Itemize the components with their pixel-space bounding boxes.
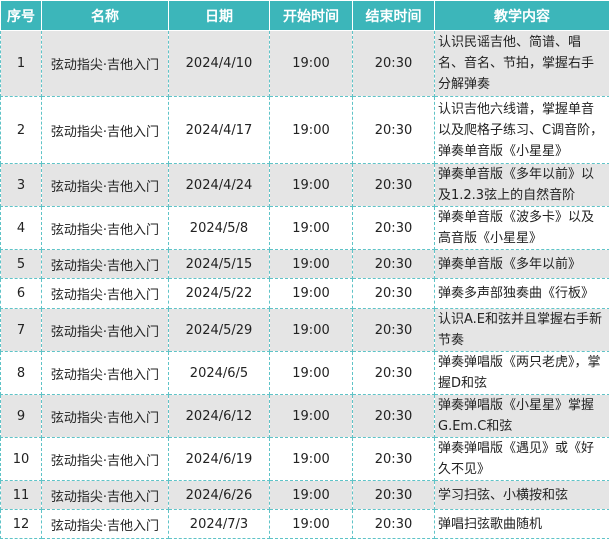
cell-no: 10 [0,437,42,481]
cell-no: 7 [0,308,42,352]
table-row: 11 弦动指尖·吉他入门 2024/6/26 19:00 20:30 学习扫弦、… [0,480,609,510]
cell-content: 学习扫弦、小横按和弦 [434,480,609,510]
cell-end-time: 20:30 [352,351,435,395]
cell-no: 2 [0,96,42,164]
cell-date: 2024/6/19 [168,437,270,481]
cell-no: 8 [0,351,42,395]
cell-no: 9 [0,394,42,438]
cell-name: 弦动指尖·吉他入门 [41,249,169,279]
cell-end-time: 20:30 [352,206,435,250]
header-start-time: 开始时间 [269,0,353,31]
cell-date: 2024/6/12 [168,394,270,438]
cell-name: 弦动指尖·吉他入门 [41,480,169,510]
cell-date: 2024/5/29 [168,308,270,352]
course-schedule-table: 序号 名称 日期 开始时间 结束时间 教学内容 1 弦动指尖·吉他入门 2024… [0,0,609,539]
cell-content: 弹奏多声部独奏曲《行板》 [434,278,609,309]
cell-end-time: 20:30 [352,480,435,510]
cell-end-time: 20:30 [352,30,435,97]
cell-name: 弦动指尖·吉他入门 [41,96,169,164]
cell-start-time: 19:00 [269,308,353,352]
cell-content: 认识民谣吉他、简谱、唱名、音名、节拍，掌握右手分解弹奏 [434,30,609,97]
cell-no: 5 [0,249,42,279]
cell-start-time: 19:00 [269,163,353,207]
table-row: 7 弦动指尖·吉他入门 2024/5/29 19:00 20:30 认识A.E和… [0,308,609,352]
table-row: 2 弦动指尖·吉他入门 2024/4/17 19:00 20:30 认识吉他六线… [0,96,609,164]
table-row: 4 弦动指尖·吉他入门 2024/5/8 19:00 20:30 弹奏单音版《波… [0,206,609,250]
cell-end-time: 20:30 [352,308,435,352]
cell-no: 3 [0,163,42,207]
cell-end-time: 20:30 [352,394,435,438]
header-date: 日期 [168,0,270,31]
cell-name: 弦动指尖·吉他入门 [41,206,169,250]
cell-date: 2024/4/10 [168,30,270,97]
table-row: 3 弦动指尖·吉他入门 2024/4/24 19:00 20:30 弹奏单音版《… [0,163,609,207]
cell-content: 弹唱扫弦歌曲随机 [434,509,609,539]
cell-content: 弹奏弹唱版《遇见》或《好久不见》 [434,437,609,481]
header-name: 名称 [41,0,169,31]
cell-no: 4 [0,206,42,250]
cell-start-time: 19:00 [269,437,353,481]
cell-start-time: 19:00 [269,249,353,279]
cell-date: 2024/7/3 [168,509,270,539]
cell-end-time: 20:30 [352,96,435,164]
cell-name: 弦动指尖·吉他入门 [41,509,169,539]
cell-start-time: 19:00 [269,206,353,250]
table-row: 6 弦动指尖·吉他入门 2024/5/22 19:00 20:30 弹奏多声部独… [0,278,609,309]
cell-start-time: 19:00 [269,30,353,97]
cell-start-time: 19:00 [269,394,353,438]
cell-date: 2024/4/24 [168,163,270,207]
cell-no: 1 [0,30,42,97]
cell-end-time: 20:30 [352,509,435,539]
table-row: 8 弦动指尖·吉他入门 2024/6/5 19:00 20:30 弹奏弹唱版《两… [0,351,609,395]
header-end-time: 结束时间 [352,0,435,31]
cell-name: 弦动指尖·吉他入门 [41,30,169,97]
cell-content: 弹奏单音版《波多卡》以及高音版《小星星》 [434,206,609,250]
cell-end-time: 20:30 [352,249,435,279]
table-row: 1 弦动指尖·吉他入门 2024/4/10 19:00 20:30 认识民谣吉他… [0,30,609,97]
table-row: 9 弦动指尖·吉他入门 2024/6/12 19:00 20:30 弹奏弹唱版《… [0,394,609,438]
cell-end-time: 20:30 [352,278,435,309]
cell-end-time: 20:30 [352,437,435,481]
table-row: 5 弦动指尖·吉他入门 2024/5/15 19:00 20:30 弹奏单音版《… [0,249,609,279]
cell-start-time: 19:00 [269,480,353,510]
cell-start-time: 19:00 [269,278,353,309]
header-row: 序号 名称 日期 开始时间 结束时间 教学内容 [0,0,609,31]
cell-name: 弦动指尖·吉他入门 [41,278,169,309]
cell-date: 2024/5/22 [168,278,270,309]
cell-no: 11 [0,480,42,510]
cell-start-time: 19:00 [269,509,353,539]
cell-content: 认识A.E和弦并且掌握右手新节奏 [434,308,609,352]
cell-content: 认识吉他六线谱，掌握单音以及爬格子练习、C调音阶，弹奏单音版《小星星》 [434,96,609,164]
cell-content: 弹奏单音版《多年以前》 [434,249,609,279]
cell-date: 2024/5/8 [168,206,270,250]
header-content: 教学内容 [434,0,609,31]
cell-date: 2024/6/5 [168,351,270,395]
cell-no: 12 [0,509,42,539]
cell-content: 弹奏弹唱版《小星星》掌握G.Em.C和弦 [434,394,609,438]
cell-date: 2024/5/15 [168,249,270,279]
table-row: 12 弦动指尖·吉他入门 2024/7/3 19:00 20:30 弹唱扫弦歌曲… [0,509,609,539]
cell-name: 弦动指尖·吉他入门 [41,308,169,352]
cell-no: 6 [0,278,42,309]
cell-name: 弦动指尖·吉他入门 [41,394,169,438]
cell-start-time: 19:00 [269,96,353,164]
cell-content: 弹奏弹唱版《两只老虎》，掌握D和弦 [434,351,609,395]
table-row: 10 弦动指尖·吉他入门 2024/6/19 19:00 20:30 弹奏弹唱版… [0,437,609,481]
cell-name: 弦动指尖·吉他入门 [41,437,169,481]
header-no: 序号 [0,0,42,31]
cell-name: 弦动指尖·吉他入门 [41,163,169,207]
cell-date: 2024/4/17 [168,96,270,164]
cell-date: 2024/6/26 [168,480,270,510]
cell-end-time: 20:30 [352,163,435,207]
cell-name: 弦动指尖·吉他入门 [41,351,169,395]
cell-start-time: 19:00 [269,351,353,395]
cell-content: 弹奏单音版《多年以前》以及1.2.3弦上的自然音阶 [434,163,609,207]
